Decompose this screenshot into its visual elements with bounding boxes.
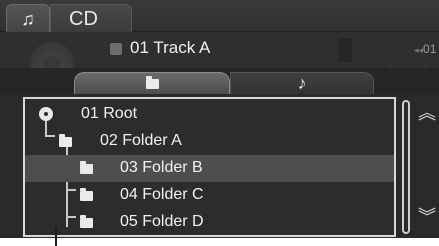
callout-line	[55, 226, 57, 246]
tab-music-source[interactable]: ♫	[6, 4, 50, 32]
list-item-label: 05 Folder D	[120, 213, 204, 230]
scroll-down-icon[interactable]: ︾	[418, 208, 436, 226]
list-item-label: 01 Root	[81, 105, 138, 122]
tab-folder-view[interactable]	[74, 72, 230, 94]
scroll-up-icon[interactable]: ︽	[418, 104, 436, 122]
list-item-folder-d[interactable]: 05 Folder D	[25, 209, 394, 236]
elapsed-time: ◂◂01	[414, 42, 437, 56]
list-scrollbar[interactable]	[402, 100, 410, 234]
status-indicator	[338, 38, 352, 62]
list-item-label: 04 Folder C	[120, 186, 204, 203]
folder-icon	[80, 188, 93, 201]
list-item-folder-b[interactable]: 03 Folder B	[25, 155, 394, 182]
list-item-label: 02 Folder A	[100, 132, 182, 149]
folder-list: 01 Root 02 Folder A 03 Folder B 04 Folde…	[23, 97, 396, 237]
current-track-title: 01 Track A	[130, 38, 211, 57]
list-item-root[interactable]: 01 Root	[25, 101, 394, 128]
folder-icon	[145, 75, 159, 89]
audio-screen: ♫ CD 01 Track A ◂◂01 ♪ 01 Root 02 Folder…	[0, 0, 439, 246]
music-note-icon: ♪	[297, 73, 307, 93]
list-item-folder-a[interactable]: 02 Folder A	[25, 128, 394, 155]
tab-cd-source[interactable]: CD	[50, 4, 132, 32]
tab-track-view[interactable]: ♪	[230, 72, 374, 94]
page-margin	[0, 238, 439, 246]
source-tab-bar: ♫ CD	[0, 0, 439, 32]
folder-icon	[59, 134, 72, 147]
now-playing-bar: 01 Track A ◂◂01	[0, 32, 439, 86]
view-tabs: ♪	[0, 68, 439, 94]
list-item-folder-c[interactable]: 04 Folder C	[25, 182, 394, 209]
folder-icon	[80, 161, 93, 174]
disc-icon	[39, 107, 53, 121]
cd-tab-label: CD	[69, 8, 98, 30]
folder-icon	[80, 215, 93, 228]
music-note-icon: ♫	[21, 8, 35, 29]
signal-icon: ◂◂	[414, 45, 424, 55]
track-icon	[110, 43, 122, 55]
list-item-label: 03 Folder B	[120, 159, 203, 176]
